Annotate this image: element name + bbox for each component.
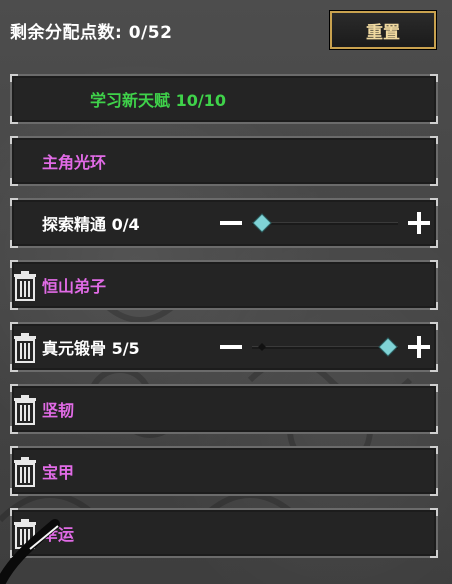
minus-icon[interactable]	[218, 210, 244, 236]
talent-row-learn-new: 学习新天赋 10/10	[10, 74, 438, 124]
talent-label: 宝甲	[42, 463, 75, 482]
talent-row-true-essence-bone-forging: 真元锻骨 5/5	[10, 322, 438, 372]
plus-icon[interactable]	[406, 210, 432, 236]
talent-label: 真元锻骨 5/5	[42, 339, 140, 358]
talent-label: 学习新天赋 10/10	[90, 91, 226, 110]
talent-label: 恒山弟子	[42, 277, 107, 296]
trash-icon[interactable]	[11, 456, 39, 488]
trash-icon[interactable]	[11, 394, 39, 426]
brush-stroke-decoration	[0, 519, 60, 584]
talent-row-treasure-armor[interactable]: 宝甲	[10, 446, 438, 496]
slider-track[interactable]	[252, 222, 398, 225]
talent-row-protagonist-halo[interactable]: 主角光环	[10, 136, 438, 186]
talent-label: 坚韧	[42, 401, 75, 420]
talent-row-luck[interactable]: 幸运	[10, 508, 438, 558]
talent-row-exploration-mastery: 探索精通 0/4	[10, 198, 438, 248]
talent-label: 探索精通 0/4	[42, 215, 140, 234]
points-stepper[interactable]	[218, 208, 432, 238]
remaining-points-label: 剩余分配点数: 0/52	[10, 23, 173, 43]
talent-row-tenacity[interactable]: 坚韧	[10, 384, 438, 434]
points-stepper[interactable]	[218, 332, 432, 362]
slider-track[interactable]	[252, 346, 398, 349]
talent-allocation-screen: 剩余分配点数: 0/52 重置 学习新天赋 10/10 主角光环 探索精通 0/…	[0, 0, 452, 584]
minus-icon[interactable]	[218, 334, 244, 360]
trash-icon[interactable]	[11, 332, 39, 364]
slider-knob[interactable]	[378, 337, 398, 357]
talent-row-hengshan-disciple[interactable]: 恒山弟子	[10, 260, 438, 310]
talent-label: 主角光环	[42, 153, 107, 172]
slider-knob[interactable]	[252, 213, 272, 233]
reset-button[interactable]: 重置	[329, 10, 437, 50]
slider-min-marker	[258, 343, 266, 351]
plus-icon[interactable]	[406, 334, 432, 360]
trash-icon[interactable]	[11, 270, 39, 302]
